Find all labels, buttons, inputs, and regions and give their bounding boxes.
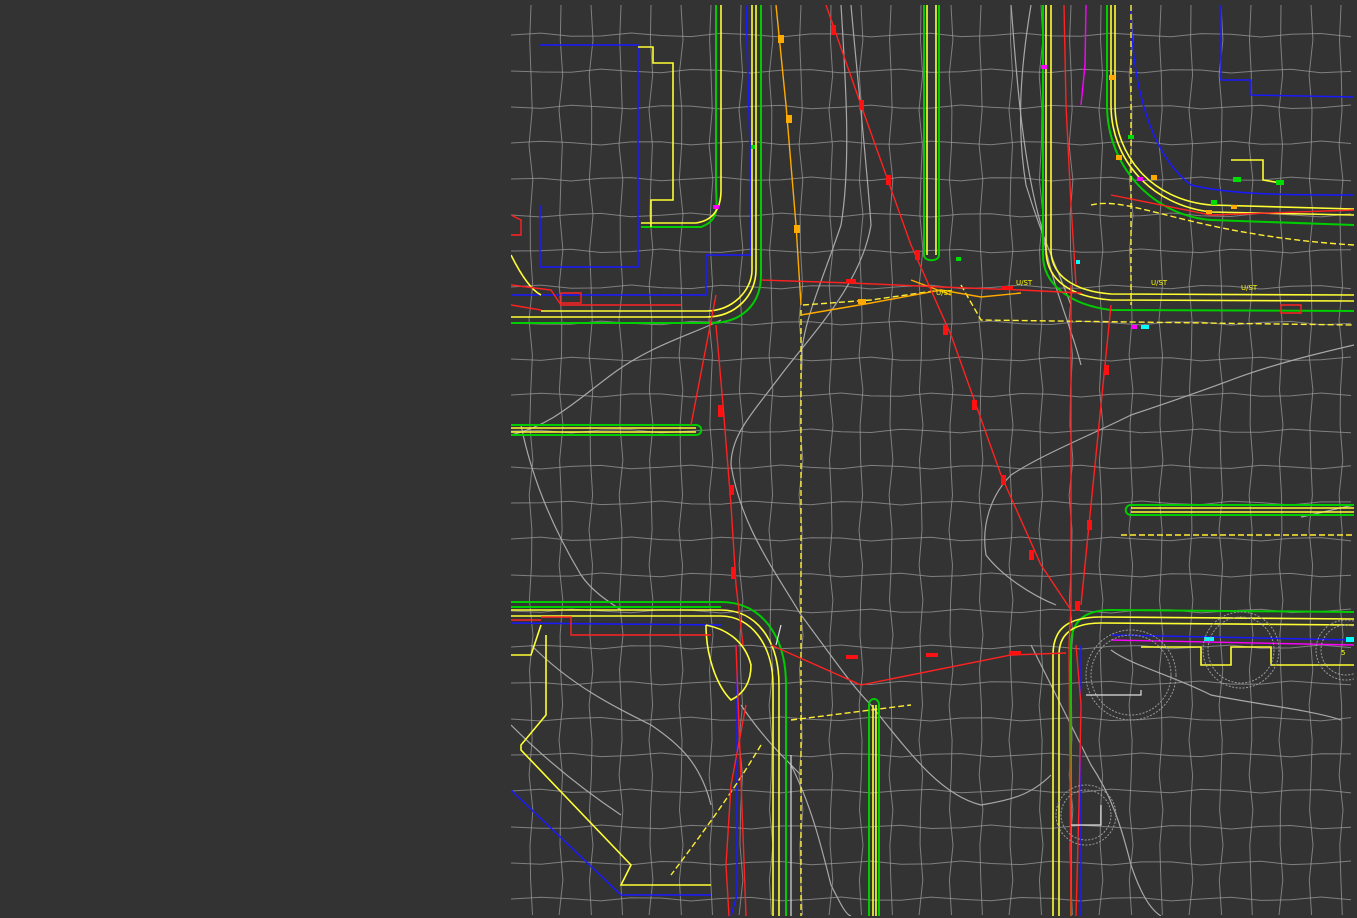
- label-five: 5: [1341, 649, 1345, 657]
- surface-grid: [511, 5, 1352, 916]
- label-ust-1: U/ST: [1016, 279, 1033, 287]
- cad-viewport[interactable]: U/ST U/ST U/ST U/ST 5: [0, 0, 1357, 918]
- conduit-points: [778, 35, 1237, 304]
- label-ust-4: U/ST: [1241, 284, 1258, 292]
- drawing-svg: U/ST U/ST U/ST U/ST 5: [511, 5, 1354, 916]
- intersection-drawing[interactable]: U/ST U/ST U/ST U/ST 5: [511, 5, 1354, 916]
- label-ust-3: U/ST: [1151, 279, 1168, 287]
- label-ust-2: U/ST: [936, 289, 953, 297]
- empty-canvas-area[interactable]: [0, 0, 511, 918]
- conduit-lines: [775, 5, 1022, 316]
- misc-magenta-points: [713, 65, 1143, 329]
- misc-green-points: [751, 135, 1284, 261]
